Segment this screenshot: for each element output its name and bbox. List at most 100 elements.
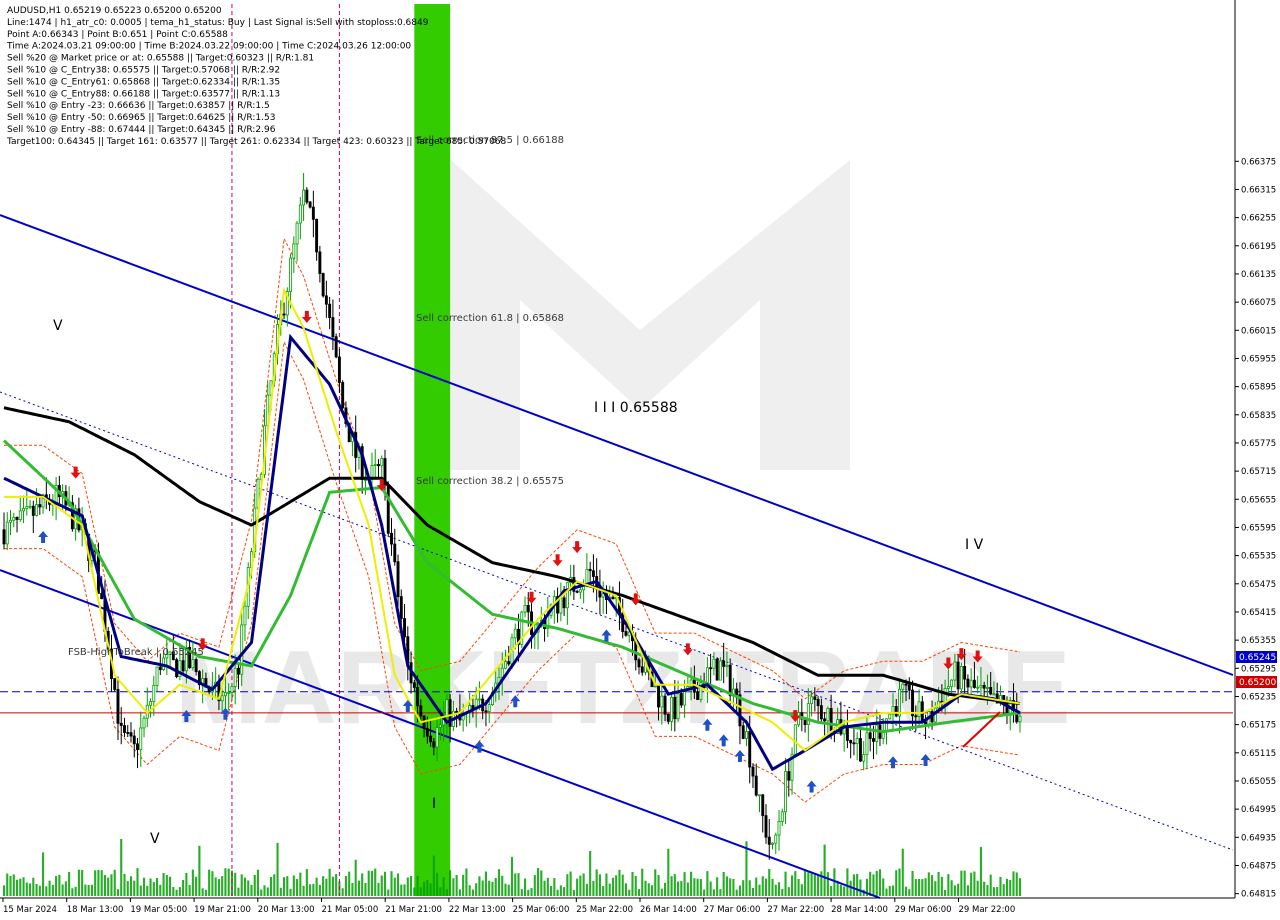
volume-bar (68, 871, 71, 896)
volume-bar (123, 873, 126, 896)
candle-body (875, 724, 879, 742)
candle-body (585, 568, 589, 585)
info-line-10: Sell %10 @ Entry -88: 0.67444 || Target:… (7, 125, 276, 135)
volume-bar (585, 883, 588, 896)
candle-body (35, 504, 39, 516)
volume-bar (576, 878, 579, 896)
volume-bar (458, 889, 461, 896)
volume-bar (400, 884, 403, 896)
volume-bar (445, 889, 448, 896)
candle-body (777, 821, 781, 836)
volume-bar (214, 877, 217, 896)
candle-body (136, 743, 139, 750)
volume-bar (354, 859, 357, 896)
candle-body (504, 661, 507, 669)
price-chart[interactable]: MARKETZITRADE Sell correction 87.5 | 0.6… (0, 0, 1280, 920)
volume-bar (419, 887, 422, 896)
volume-bar (178, 887, 181, 896)
volume-bar (172, 887, 175, 896)
volume-bar (182, 879, 185, 896)
volume-bar (686, 882, 689, 896)
candle-body (657, 685, 660, 708)
candle-body (328, 303, 332, 318)
candle-body (438, 724, 442, 728)
x-tick-label: 29 Mar 22:00 (959, 905, 1016, 915)
volume-bar (159, 884, 162, 896)
candle-body (191, 659, 195, 669)
candle-body (810, 696, 814, 705)
volume-bar (553, 878, 556, 896)
volume-bar (755, 877, 758, 896)
volume-bar (136, 868, 139, 896)
candle-body (289, 257, 293, 292)
candle-body (826, 708, 830, 722)
candle-body (513, 628, 517, 639)
candle-body (963, 666, 967, 680)
y-tick-label: 0.65415 (1241, 608, 1276, 618)
volume-bar (514, 873, 517, 896)
wave-v-label: V (53, 318, 63, 334)
volume-bar (888, 885, 891, 896)
volume-bar (536, 868, 540, 896)
candle-body (31, 505, 35, 516)
x-tick-label: 27 Mar 22:00 (767, 905, 824, 915)
volume-bar (322, 876, 325, 896)
volume-bar (852, 874, 855, 896)
wave-i-label: I (432, 796, 436, 812)
volume-bar (1009, 880, 1012, 896)
volume-bar (383, 871, 387, 896)
volume-bar (335, 874, 338, 896)
volume-bar (550, 885, 553, 896)
volume-bar (146, 885, 149, 896)
y-tick-label: 0.65655 (1241, 495, 1276, 505)
candle-body (152, 684, 156, 702)
candle-body (985, 687, 989, 689)
volume-bar (208, 869, 211, 896)
volume-bar (797, 878, 800, 896)
volume-bar (370, 870, 374, 896)
candle-body (12, 516, 16, 521)
candle-body (676, 693, 680, 720)
info-line-7: Sell %10 @ C_Entry88: 0.66188 || Target:… (7, 89, 280, 99)
volume-bar (35, 883, 38, 896)
y-tick-label: 0.66075 (1241, 298, 1276, 308)
sell-correction-618: Sell correction 61.8 | 0.65868 (416, 313, 564, 324)
volume-bar (530, 888, 533, 896)
volume-bar (546, 877, 549, 896)
candle-body (282, 313, 286, 316)
volume-bar (462, 874, 465, 896)
volume-bar (488, 880, 491, 896)
volume-bar (589, 851, 592, 896)
volume-bar (357, 880, 361, 896)
volume-bar (439, 887, 442, 896)
candle-body (455, 710, 459, 713)
candle-body (38, 504, 42, 508)
candle-body (829, 708, 833, 733)
volume-bar (406, 877, 409, 896)
candle-body (142, 717, 146, 729)
volume-bar (510, 856, 514, 896)
volume-bar (468, 885, 471, 896)
candle-body (390, 532, 393, 545)
candle-body (324, 295, 328, 305)
candle-body (523, 604, 527, 613)
candle-body (966, 678, 970, 688)
volume-bar (631, 871, 634, 896)
volume-bar (90, 884, 93, 896)
volume-bar (432, 855, 435, 896)
candle-body (155, 666, 159, 686)
volume-bar (790, 875, 794, 896)
volume-bar (126, 881, 129, 896)
candle-body (679, 693, 683, 706)
candle-body (725, 664, 729, 667)
volume-bar (331, 876, 334, 896)
candle-body (865, 732, 869, 756)
volume-bar (416, 875, 419, 896)
volume-bar (504, 883, 507, 896)
volume-bar (813, 874, 816, 896)
candle-body (139, 727, 143, 750)
y-tick-label: 0.66135 (1241, 270, 1276, 280)
volume-bar (859, 879, 862, 896)
volume-bar (693, 878, 696, 896)
candle-body (683, 691, 687, 706)
